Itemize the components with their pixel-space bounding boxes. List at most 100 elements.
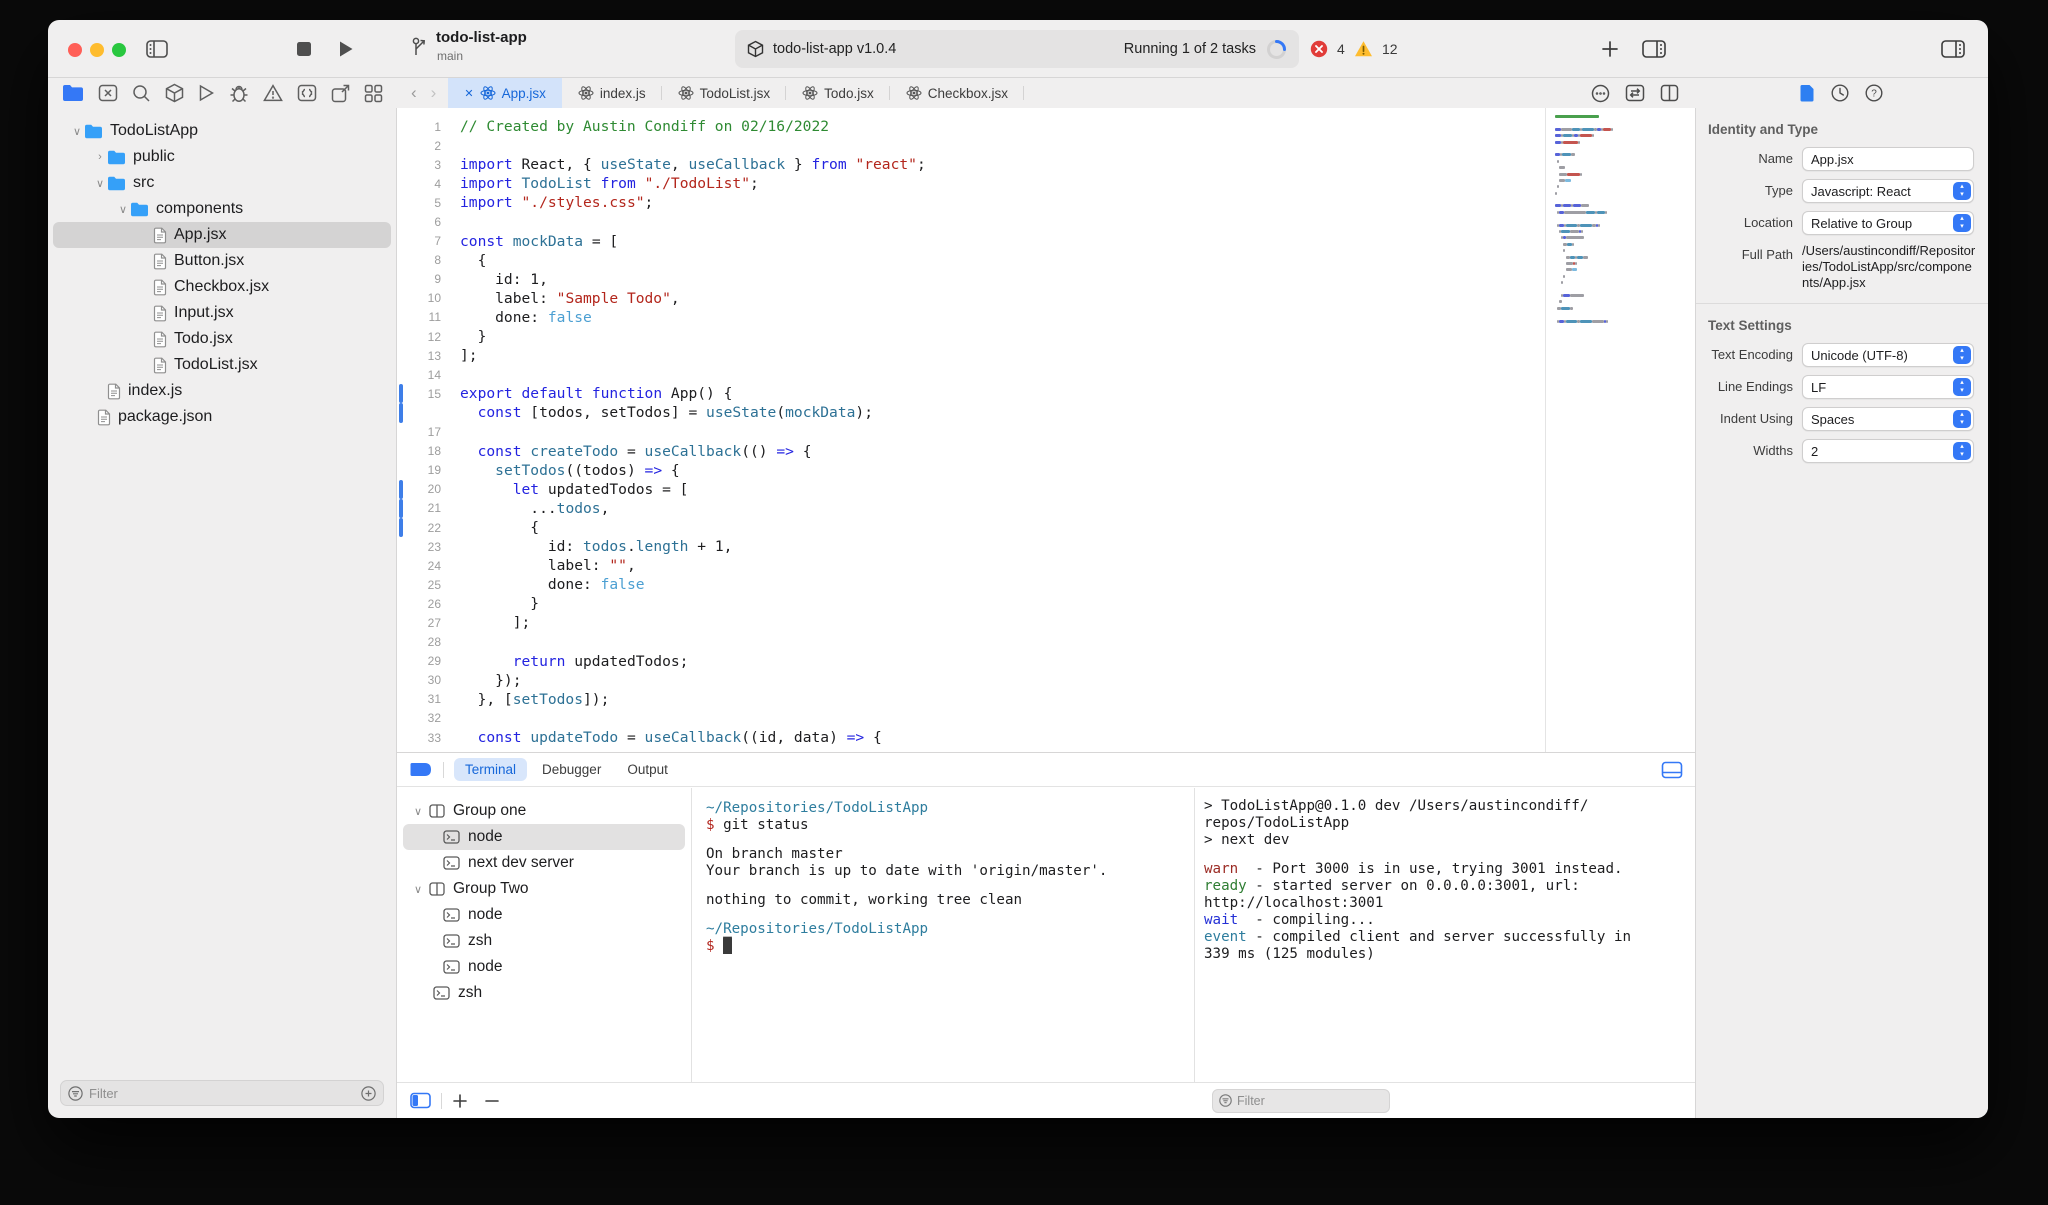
stepper-icon[interactable]: ▴ ▾ [1953, 410, 1971, 428]
tree-item-button-jsx[interactable]: Button.jsx [48, 248, 396, 274]
inspector-select[interactable]: 2 ▴ ▾ [1802, 439, 1974, 463]
code-line[interactable]: 12 } [397, 327, 1695, 346]
swap-icon[interactable] [1625, 84, 1645, 102]
code-line[interactable]: 7 const mockData = [ [397, 232, 1695, 251]
code-line[interactable]: 28 [397, 633, 1695, 652]
tab-checkbox-jsx[interactable]: Checkbox.jsx [890, 78, 1024, 108]
panel-left-icon[interactable] [410, 1092, 431, 1109]
sidebar-toggle-icon[interactable] [146, 39, 168, 59]
close-tab-icon[interactable]: ✕ [464, 87, 473, 100]
code-line[interactable]: 25 done: false [397, 575, 1695, 594]
code-line[interactable]: 22 { [397, 517, 1695, 538]
code-line[interactable]: 30 }); [397, 671, 1695, 690]
stepper-icon[interactable]: ▴ ▾ [1953, 442, 1971, 460]
code-line[interactable]: 1 // Created by Austin Condiff on 02/16/2… [397, 117, 1695, 136]
drawer-pill-icon[interactable] [409, 761, 433, 778]
code-line[interactable]: 11 done: false [397, 308, 1695, 327]
close-square-icon[interactable] [98, 84, 118, 102]
zoom-window-button[interactable] [112, 43, 126, 57]
drawer-tab-output[interactable]: Output [616, 758, 679, 781]
code-line[interactable]: 9 id: 1, [397, 270, 1695, 289]
terminal-session-node[interactable]: node [397, 824, 691, 850]
tree-item-components[interactable]: ∨ components [48, 196, 396, 222]
tab-todolist-jsx[interactable]: TodoList.jsx [662, 78, 787, 108]
terminal-group-group-two[interactable]: ∨ Group Two [397, 876, 691, 902]
tree-item-input-jsx[interactable]: Input.jsx [48, 300, 396, 326]
chevron-down-icon[interactable]: ∨ [116, 203, 130, 216]
code-line[interactable]: 20 let updatedTodos = [ [397, 479, 1695, 499]
tree-item-todolistapp[interactable]: ∨ TodoListApp [48, 118, 396, 144]
inspector-select[interactable]: Javascript: React ▴ ▾ [1802, 179, 1974, 203]
terminal-session-zsh[interactable]: zsh [397, 980, 691, 1006]
code-line[interactable]: 10 label: "Sample Todo", [397, 289, 1695, 308]
minimap[interactable] [1545, 108, 1692, 752]
add-filter-icon[interactable] [361, 1085, 376, 1101]
code-line[interactable]: 18 const createTodo = useCallback(() => … [397, 442, 1695, 461]
close-window-button[interactable] [68, 43, 82, 57]
chevron-down-icon[interactable]: ∨ [411, 883, 425, 896]
run-icon[interactable] [198, 84, 215, 102]
code-line[interactable]: 29 return updatedTodos; [397, 652, 1695, 671]
stop-icon[interactable] [296, 41, 312, 57]
tab-todo-jsx[interactable]: Todo.jsx [786, 78, 890, 108]
inspector-select[interactable]: Unicode (UTF-8) ▴ ▾ [1802, 343, 1974, 367]
package-icon[interactable] [165, 83, 184, 103]
panel-right-icon[interactable] [1642, 39, 1666, 59]
stepper-icon[interactable]: ▴ ▾ [1953, 182, 1971, 200]
split-editor-icon[interactable] [1660, 84, 1679, 102]
extensions-icon[interactable] [297, 84, 317, 102]
display-icon[interactable] [1661, 761, 1683, 779]
panel-toggle-icon[interactable] [1941, 39, 1965, 59]
terminal-output-left[interactable]: ~/Repositories/TodoListApp $ git status On… [692, 788, 1195, 1082]
tree-item-app-jsx[interactable]: App.jsx [48, 222, 396, 248]
code-line[interactable]: 5 import "./styles.css"; [397, 193, 1695, 212]
project-folder-icon[interactable] [62, 84, 84, 102]
code-line[interactable]: 33 const updateTodo = useCallback((id, d… [397, 728, 1695, 747]
forward-icon[interactable]: › [431, 83, 437, 103]
issues-icon[interactable] [263, 84, 283, 102]
code-editor[interactable]: 1 // Created by Austin Condiff on 02/16/2… [397, 108, 1695, 752]
terminal-group-group-one[interactable]: ∨ Group one [397, 798, 691, 824]
code-line[interactable]: 6 [397, 212, 1695, 231]
navigator-filter-field[interactable]: Filter [60, 1080, 384, 1106]
file-inspector-icon[interactable] [1800, 84, 1815, 102]
code-line[interactable]: 3 import React, { useState, useCallback }… [397, 155, 1695, 174]
stepper-icon[interactable]: ▴ ▾ [1953, 378, 1971, 396]
search-icon[interactable] [132, 84, 151, 103]
stepper-icon[interactable]: ▴ ▾ [1953, 214, 1971, 232]
help-inspector-icon[interactable]: ? [1865, 84, 1883, 102]
inspector-select[interactable]: Relative to Group ▴ ▾ [1802, 211, 1974, 235]
terminal-session-next-dev-server[interactable]: next dev server [397, 850, 691, 876]
add-icon[interactable] [452, 1093, 468, 1109]
drawer-tab-debugger[interactable]: Debugger [531, 758, 612, 781]
code-line[interactable]: 15 export default function App() { [397, 384, 1695, 404]
minus-icon[interactable] [484, 1093, 500, 1109]
inspector-select[interactable]: LF ▴ ▾ [1802, 375, 1974, 399]
tree-item-index-js[interactable]: index.js [48, 378, 396, 404]
code-line[interactable]: 31 }, [setTodos]); [397, 690, 1695, 709]
inspector-select[interactable]: Spaces ▴ ▾ [1802, 407, 1974, 431]
code-line[interactable]: 14 [397, 365, 1695, 384]
history-inspector-icon[interactable] [1831, 84, 1849, 102]
chevron-down-icon[interactable]: ∨ [70, 125, 84, 138]
code-line[interactable]: 4 import TodoList from "./TodoList"; [397, 174, 1695, 193]
bug-icon[interactable] [229, 84, 249, 103]
errors-badge-icon[interactable] [1310, 40, 1328, 58]
inspector-text-input[interactable]: App.jsx [1802, 147, 1974, 171]
code-line[interactable]: 2 [397, 136, 1695, 155]
chevron-down-icon[interactable]: ∨ [93, 177, 107, 190]
code-line[interactable]: 17 [397, 423, 1695, 442]
drawer-tab-terminal[interactable]: Terminal [454, 758, 528, 781]
tree-item-public[interactable]: › public [48, 144, 396, 170]
status-bar[interactable]: todo-list-app v1.0.4 Running 1 of 2 task… [735, 30, 1299, 68]
code-line[interactable]: 21 ...todos, [397, 498, 1695, 518]
code-line[interactable]: 26 } [397, 594, 1695, 613]
terminal-filter-field[interactable]: Filter [1212, 1088, 1390, 1113]
terminal-session-node[interactable]: node [397, 902, 691, 928]
tree-item-package-json[interactable]: package.json [48, 404, 396, 430]
tree-item-checkbox-jsx[interactable]: Checkbox.jsx [48, 274, 396, 300]
back-icon[interactable]: ‹ [411, 83, 417, 103]
code-line[interactable]: 13]; [397, 346, 1695, 365]
code-line[interactable]: 24 label: "", [397, 556, 1695, 575]
share-icon[interactable] [331, 84, 350, 103]
